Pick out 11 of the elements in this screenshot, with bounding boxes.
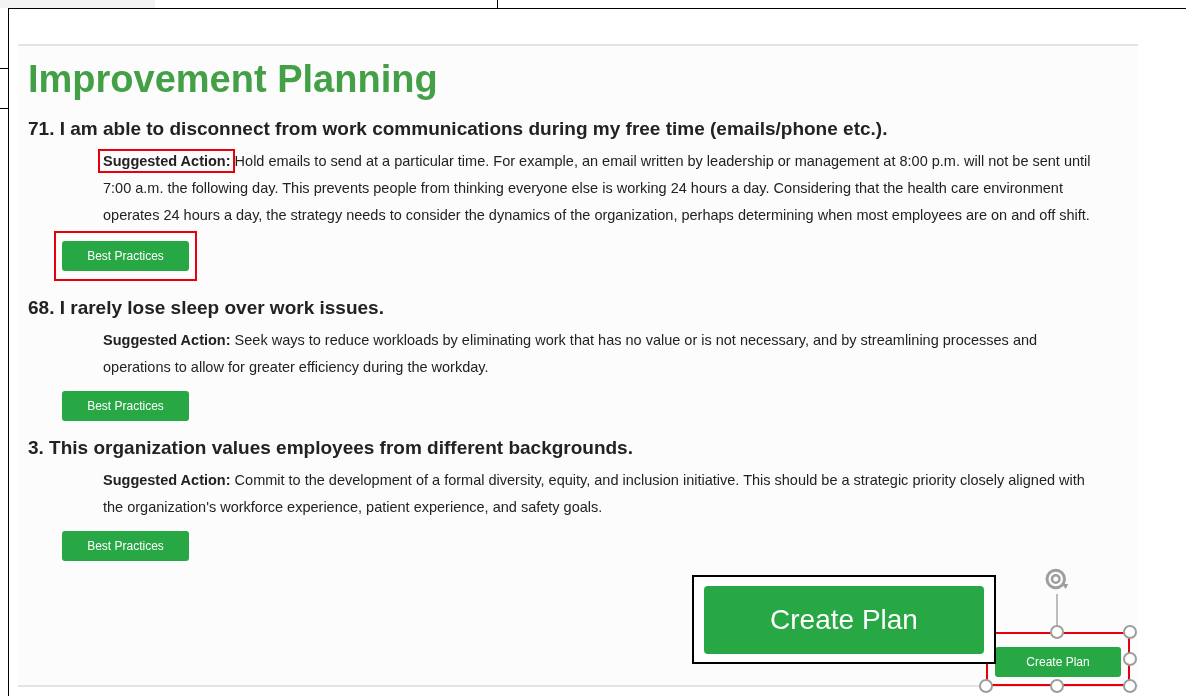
best-practices-button[interactable]: Best Practices bbox=[62, 391, 189, 421]
best-practices-button[interactable]: Best Practices bbox=[62, 241, 189, 271]
page-title: Improvement Planning bbox=[28, 57, 439, 102]
question-heading: 68. I rarely lose sleep over work issues. bbox=[28, 296, 385, 320]
suggested-action-text: Suggested Action: Hold emails to send at a particular time. For example, an email written by leadership or management at 8:00 p.m. will not be sent until 7:00 a.m. the following day. This prevents people from thinking everyone else is working 24 hours a day. Considering that the health care environment operates 24 hours a day, the strategy needs to consider the dynamics of the organization, perhaps determining when most employees are on and off shift. bbox=[103, 152, 1092, 225]
suggested-action-text: Suggested Action: Seek ways to reduce workloads by eliminating work that has no value or is not necessary, and by streamlining processes and operations to allow for greater efficiency during the workday. bbox=[103, 331, 1039, 377]
question-heading: 71. I am able to disconnect from work communications during my free time (emails/phone etc.). bbox=[28, 117, 889, 141]
create-plan-button[interactable]: Create Plan bbox=[995, 647, 1121, 677]
suggested-action-text: Suggested Action: Commit to the development of a formal diversity, equity, and inclusion initiative. This should be a strategic priority closely aligned with the organization's workforce experience, patient experience, and safety goals. bbox=[103, 471, 1086, 517]
best-practices-button[interactable]: Best Practices bbox=[62, 531, 189, 561]
question-heading: 3. This organization values employees from different backgrounds. bbox=[28, 436, 634, 460]
